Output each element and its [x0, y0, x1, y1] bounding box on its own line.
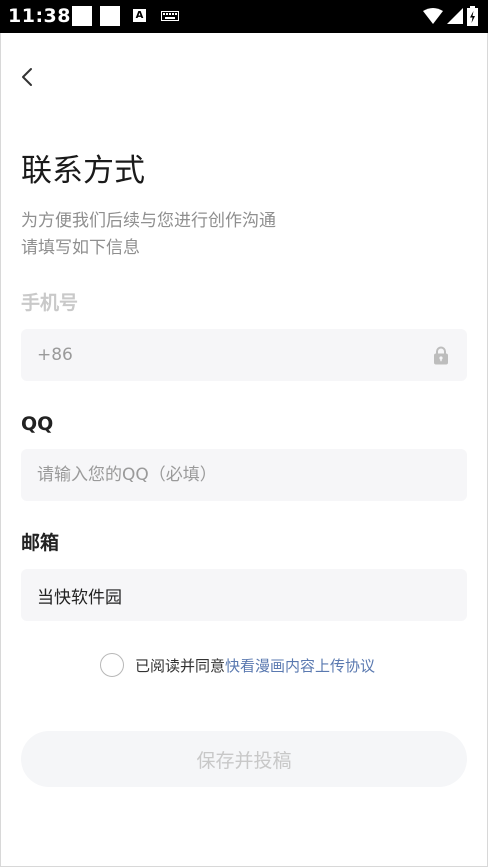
qq-field	[21, 449, 467, 501]
phone-label: 手机号	[21, 292, 79, 314]
qq-label: QQ	[21, 413, 54, 435]
status-time: 11:38	[8, 5, 71, 27]
status-right-icons	[423, 6, 478, 26]
keyboard-icon	[161, 11, 179, 21]
notification-square-icon	[100, 6, 120, 26]
phone-field: +86	[21, 329, 467, 381]
agreement-link[interactable]: 快看漫画内容上传协议	[225, 655, 375, 676]
page-title: 联系方式	[21, 153, 145, 189]
text-a-icon: A	[133, 9, 146, 22]
email-label: 邮箱	[21, 532, 60, 554]
submit-button[interactable]: 保存并投稿	[21, 731, 467, 787]
email-field	[21, 569, 467, 621]
signal-icon	[447, 8, 463, 24]
battery-charging-icon	[467, 6, 478, 26]
email-input[interactable]	[37, 585, 451, 605]
status-bar: 11:38 A	[0, 0, 488, 33]
qq-input[interactable]	[37, 465, 451, 485]
agreement-text: 已阅读并同意	[135, 656, 226, 675]
subtitle-line-1: 为方便我们后续与您进行创作沟通	[21, 211, 276, 231]
chevron-left-icon[interactable]	[16, 64, 40, 90]
lock-icon	[434, 346, 448, 365]
wifi-icon	[423, 8, 443, 24]
notification-square-icon	[72, 6, 92, 26]
subtitle-line-2: 请填写如下信息	[21, 238, 140, 258]
phone-value: +86	[37, 345, 73, 365]
agreement-row: 已阅读并同意 快看漫画内容上传协议	[100, 651, 375, 679]
agreement-checkbox[interactable]	[100, 653, 124, 677]
